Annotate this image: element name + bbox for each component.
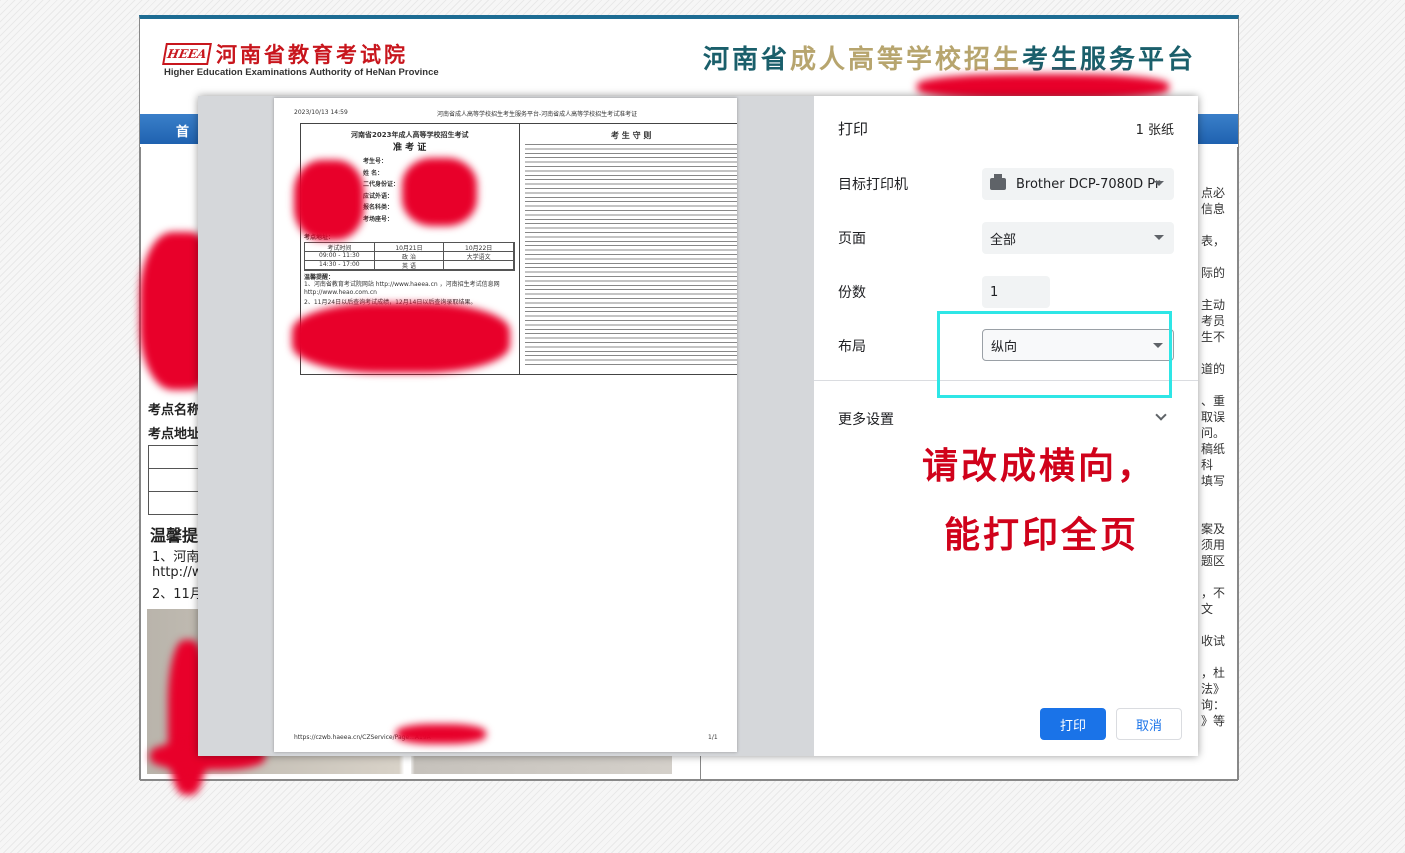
ticket-field: 考场座号： [363,215,394,223]
org-name: 河南省教育考试院 [216,43,408,67]
copies-value: 1 [990,284,999,300]
chevron-down-icon [1154,181,1164,186]
tip-line: 1、河南 [152,550,200,565]
redaction-mark [402,158,477,226]
right-column-fragment: 表， [1201,234,1226,248]
ticket-schedule-cell: 10月22日 [444,243,515,252]
org-name-en: Higher Education Examinations Authority … [164,67,439,78]
ticket-subtitle: 准 考 证 [393,143,427,153]
right-column-fragment: 考员 [1201,314,1226,328]
right-column-fragment: 题区 [1201,554,1226,568]
cancel-button[interactable]: 取消 [1116,708,1182,740]
pages-select[interactable]: 全部 [982,222,1174,254]
destination-label: 目标打印机 [838,177,908,193]
ticket-schedule-row: 09:00 - 11:30 政 治大学语文 [305,252,515,261]
right-column-fragment: 收试 [1201,634,1226,648]
sheet-count: 1 张纸 [1135,123,1174,138]
right-column-fragment: 稿纸 [1201,442,1226,456]
right-column-fragment: 问。 [1201,426,1226,440]
ticket-fields: 考生号： 姓 名： 二代身份证： 应试外语： 报名科类： 考场座号： [363,156,399,225]
ticket-schedule-cell: 14:30 - 17:00 [305,261,375,269]
right-column-fragment: 主动 [1201,298,1226,312]
right-column-fragment: 案及 [1201,522,1226,536]
tip-line: 2、11月 [152,587,203,602]
right-column-fragment: ，不 [1201,586,1226,600]
print-dialog: 2023/10/13 14:59 河南省成人高等学校招生考生服务平台-河南省成人… [198,96,1198,756]
copies-label: 份数 [838,285,866,301]
printer-icon [990,174,1006,190]
dialog-title: 打印 [838,120,869,138]
ticket-field: 报名科类： [363,204,394,211]
right-column-fragment: 信息 [1201,202,1226,216]
ticket-schedule-row: 14:30 - 17:00 英 语 [305,261,515,270]
right-column-fragment: 取误 [1201,410,1226,424]
pages-value: 全部 [990,232,1017,248]
right-column-fragment: ，杜 [1201,666,1226,680]
ticket-field: 考生号： [363,158,388,165]
ticket-schedule-cell: 英 语 [375,261,445,270]
ticket-schedule-cell: 政 治 [375,252,445,261]
ticket-tip1: 1、河南省教育考试院网站 http://www.haeea.cn ，河南招生考试… [304,281,500,296]
right-column-fragment: 法》 [1201,682,1226,696]
chevron-down-icon [1154,235,1164,240]
preview-timestamp: 2023/10/13 14:59 [294,109,348,116]
print-preview-area: 2023/10/13 14:59 河南省成人高等学校招生考生服务平台-河南省成人… [198,96,814,756]
copies-input[interactable]: 1 [982,276,1050,308]
pages-label: 页面 [838,231,866,247]
print-button[interactable]: 打印 [1040,708,1106,740]
more-settings-toggle[interactable]: 更多设置 [838,409,894,429]
right-column-fragment: 、重 [1201,394,1226,408]
ticket-divider [519,124,520,374]
ticket-tips-title: 温馨提醒： [304,274,335,281]
right-column-fragment: 道的 [1201,362,1226,376]
heea-logo: HEEA [162,43,212,65]
ticket-title: 河南省2023年成人高等学校招生考试 [351,131,469,139]
ticket-field: 应试外语： [363,192,394,200]
right-column-fragment: 文 [1201,602,1214,616]
right-column-fragment: 须用 [1201,538,1226,552]
ticket-schedule-cell [444,261,515,269]
preview-page-header: 河南省成人高等学校招生考生服务平台-河南省成人高等学校招生考试准考证 [437,111,638,118]
preview-footer-page: 1/1 [708,734,718,741]
brand: HEEA 河南省教育考试院 [162,39,408,69]
redaction-mark [294,160,364,240]
annotation-line2: 能打印全页 [944,514,1140,556]
platform-title-part1: 河南省 [702,45,790,75]
exam-site-name-label: 考点名称 [148,403,201,418]
ticket-schedule-cell: 10月21日 [375,243,445,252]
annotation-line1: 请改成横向， [922,445,1157,487]
platform-title: 河南省成人高等学校招生考生服务平台 [703,39,1196,76]
right-column-fragment: 际的 [1201,266,1226,280]
right-column-fragment: 填写 [1201,474,1226,488]
right-column-fragment: 询： [1201,698,1226,712]
ticket-schedule-cell: 09:00 - 11:30 [305,252,375,260]
ticket-schedule: 考试时间 10月21日 10月22日 09:00 - 11:30 政 治大学语文 14:3… [304,242,515,271]
ticket-field: 姓 名： [363,169,384,177]
print-preview-page: 2023/10/13 14:59 河南省成人高等学校招生考生服务平台-河南省成人… [274,98,737,752]
exam-site-address-label: 考点地址 [148,427,201,442]
destination-value: Brother DCP-7080D Pr [1016,176,1161,192]
right-column-fragment: 科 [1201,458,1214,472]
layout-label: 布局 [838,339,866,355]
chevron-down-icon[interactable] [1155,409,1167,421]
rules-title: 考 生 守 则 [611,131,652,140]
nav-home-link[interactable]: 首 [176,121,189,140]
tips-title: 温馨提 [150,526,199,545]
right-column-fragment: 点必 [1201,186,1226,200]
platform-title-part2: 成人高等学校招生 [789,45,1022,75]
destination-select[interactable]: Brother DCP-7080D Pr [982,168,1174,200]
ticket-schedule-cell: 考试时间 [305,243,375,252]
ticket-field: 二代身份证： [363,181,400,188]
redaction-mark [396,724,486,744]
right-column-fragment: 生不 [1201,330,1226,344]
ticket-schedule-cell: 大学语文 [444,252,515,261]
annotation-highlight-box [937,311,1172,398]
redaction-mark [292,303,510,373]
rules-text [525,142,737,368]
right-column-fragment: 》等 [1201,714,1226,728]
ticket-schedule-row: 考试时间 10月21日 10月22日 [305,243,515,252]
print-settings-panel: 打印 1 张纸 目标打印机 Brother DCP-7080D Pr 页面 全部… [814,96,1198,756]
platform-title-part3: 考生服务平台 [1021,45,1196,75]
